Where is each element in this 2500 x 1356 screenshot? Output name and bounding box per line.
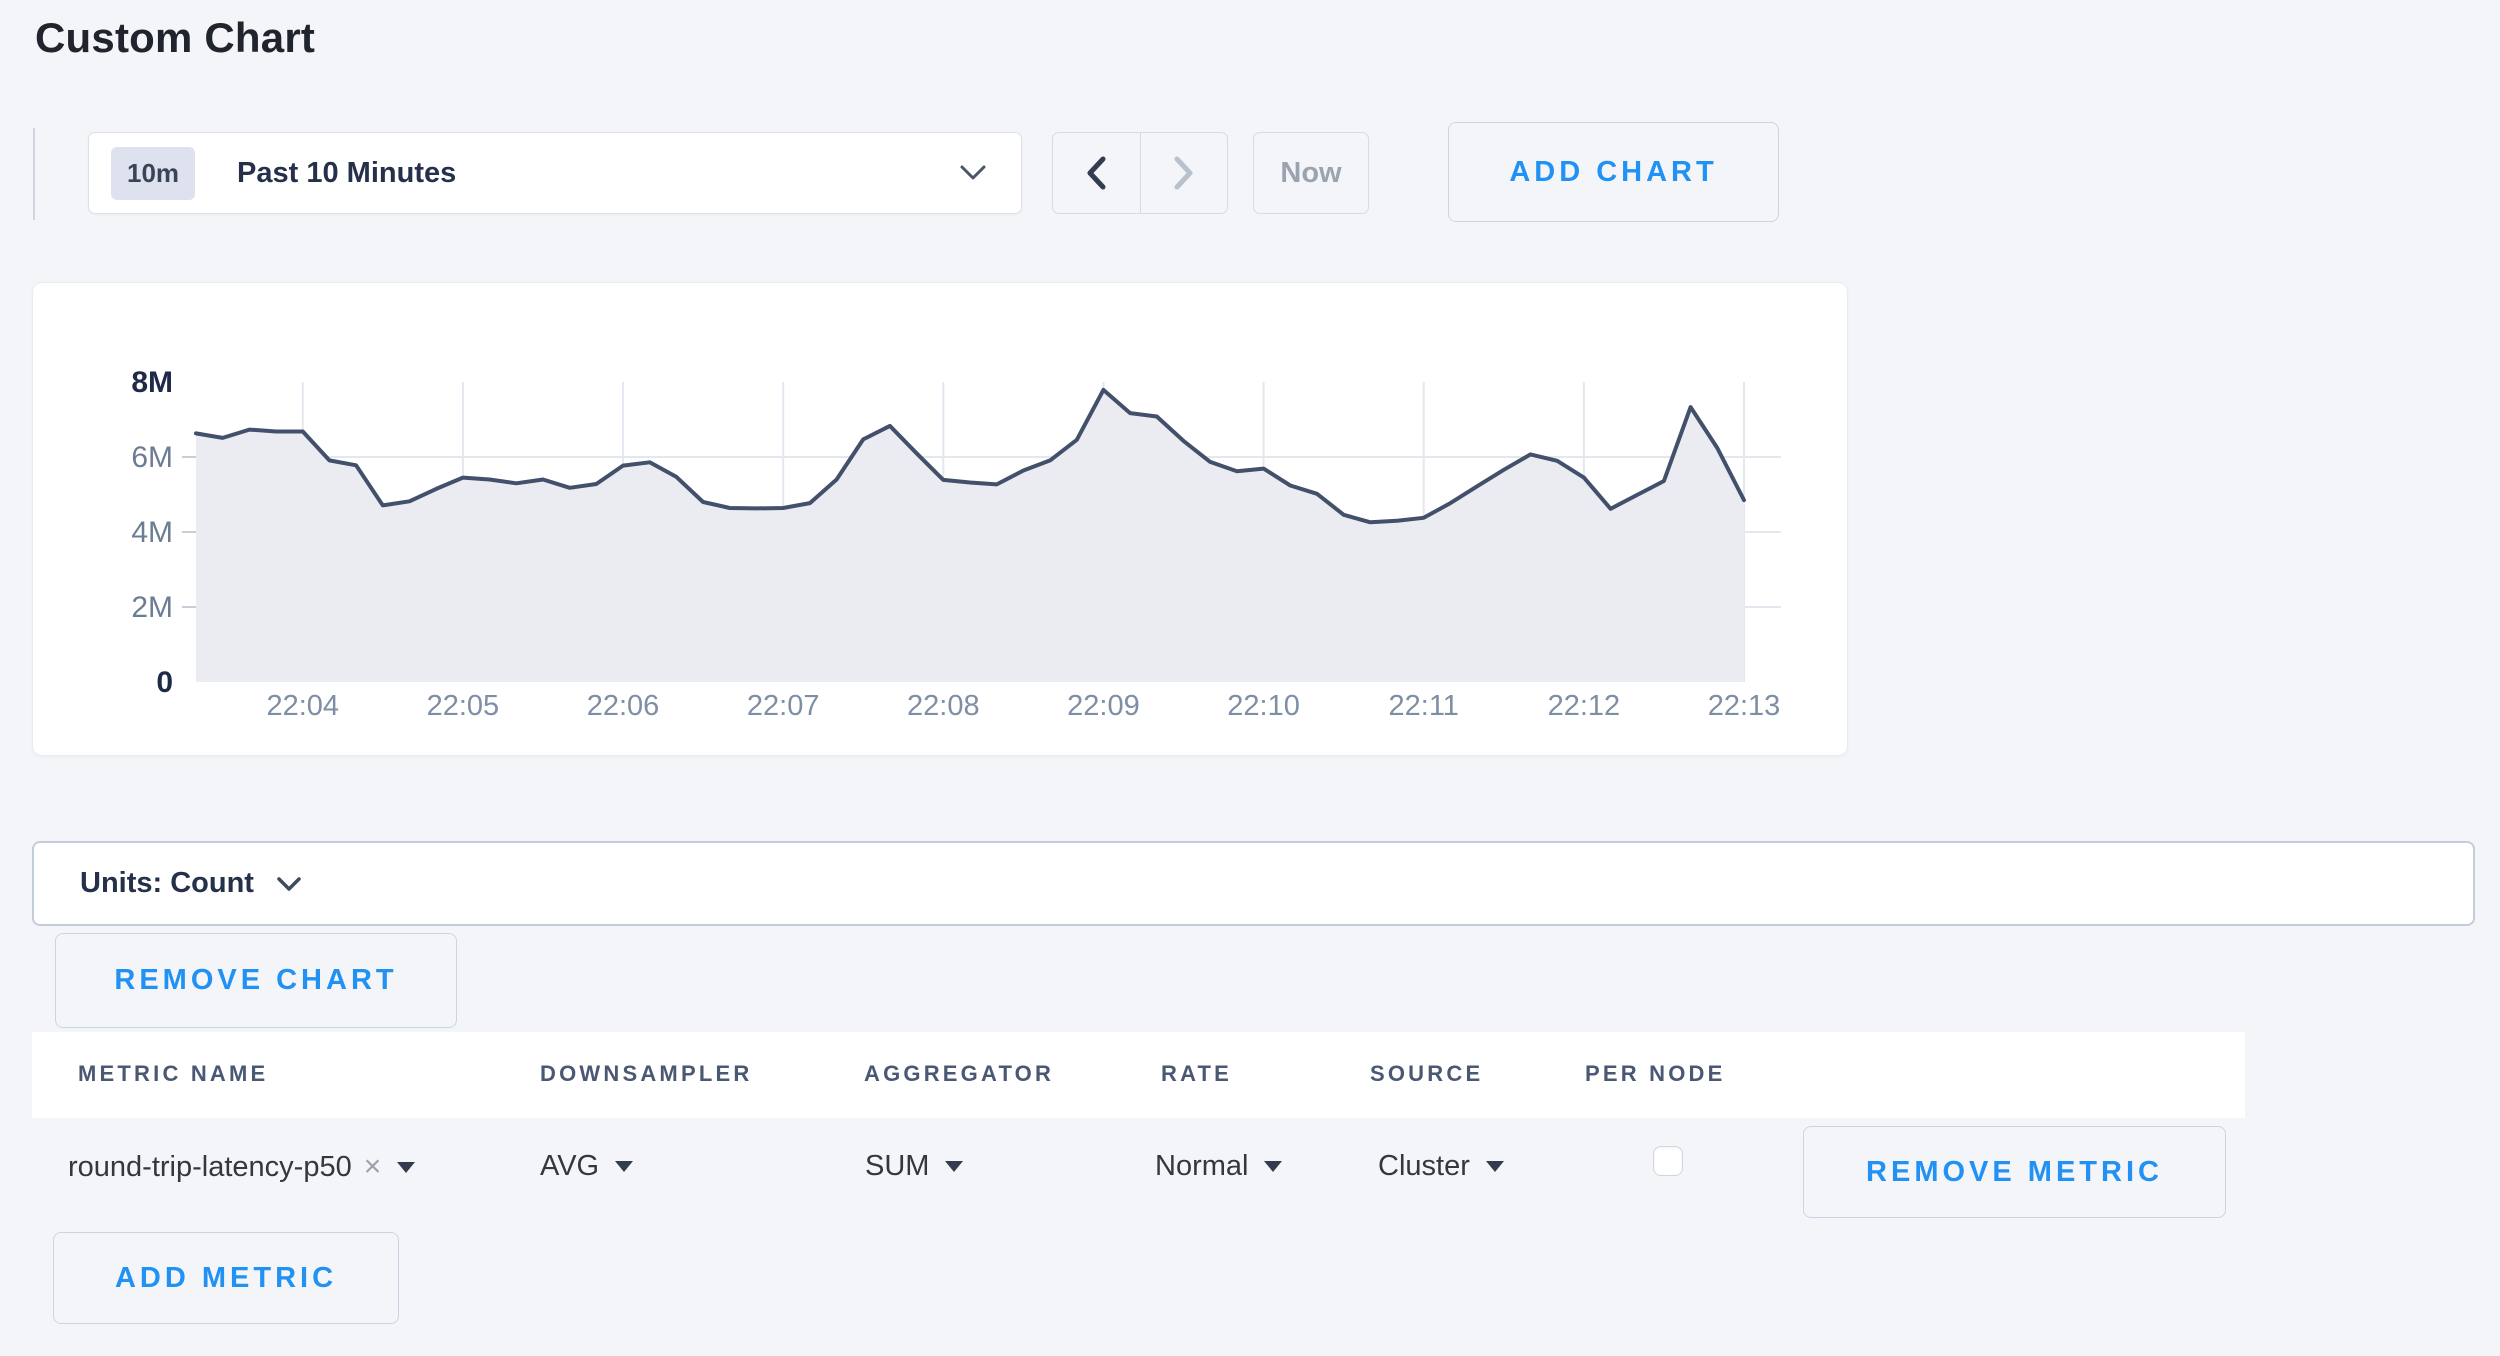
metric-chart-card: 22:04 22:05 22:06 22:07 22:08 22:09 22:10 22:11… — [32, 282, 1848, 756]
y-axis-label: 6M — [131, 441, 173, 474]
x-axis-label: 22:11 — [1389, 690, 1459, 722]
source-select[interactable]: Cluster — [1378, 1150, 1504, 1183]
column-header-per-node: PER NODE — [1585, 1061, 1726, 1087]
metric-name-value: round-trip-latency-p50 — [68, 1151, 352, 1184]
add-chart-button[interactable]: ADD CHART — [1448, 122, 1779, 222]
chevron-right-icon — [1173, 155, 1195, 191]
y-axis-label: 4M — [131, 516, 173, 549]
x-axis-label: 22:12 — [1548, 690, 1621, 722]
time-scale-badge: 10m — [111, 147, 195, 200]
page-title: Custom Chart — [35, 14, 315, 62]
x-axis-label: 22:05 — [427, 690, 500, 722]
prev-time-button[interactable] — [1053, 133, 1140, 213]
rate-select[interactable]: Normal — [1155, 1150, 1282, 1183]
caret-down-icon — [397, 1162, 415, 1173]
chevron-down-icon — [276, 876, 302, 892]
toolbar-accent-divider — [33, 128, 35, 220]
time-range-label: Past 10 Minutes — [237, 157, 456, 190]
y-axis-label: 2M — [131, 591, 173, 624]
downsampler-value: AVG — [540, 1150, 599, 1183]
caret-down-icon — [945, 1161, 963, 1172]
metrics-table-header: METRIC NAME DOWNSAMPLER AGGREGATOR RATE … — [32, 1032, 2245, 1118]
remove-metric-button[interactable]: REMOVE METRIC — [1803, 1126, 2226, 1218]
column-header-source: SOURCE — [1370, 1061, 1483, 1087]
metric-chart-svg: 22:04 22:05 22:06 22:07 22:08 22:09 22:10 22:11… — [33, 283, 1847, 755]
x-axis-label: 22:07 — [747, 690, 820, 722]
chevron-left-icon — [1085, 155, 1107, 191]
time-range-dropdown[interactable]: 10m Past 10 Minutes — [88, 132, 1022, 214]
column-header-metric-name: METRIC NAME — [78, 1061, 268, 1087]
source-value: Cluster — [1378, 1150, 1470, 1183]
now-button[interactable]: Now — [1253, 132, 1369, 214]
units-label: Units: Count — [80, 867, 254, 900]
column-header-downsampler: DOWNSAMPLER — [540, 1061, 752, 1087]
metric-name-select[interactable]: round-trip-latency-p50 × — [68, 1150, 415, 1184]
caret-down-icon — [1486, 1161, 1504, 1172]
next-time-button[interactable] — [1140, 133, 1228, 213]
remove-chart-button[interactable]: REMOVE CHART — [55, 933, 457, 1028]
caret-down-icon — [1264, 1161, 1282, 1172]
caret-down-icon — [615, 1161, 633, 1172]
downsampler-select[interactable]: AVG — [540, 1150, 633, 1183]
units-dropdown[interactable]: Units: Count — [32, 841, 2475, 926]
per-node-checkbox[interactable] — [1653, 1146, 1683, 1176]
rate-value: Normal — [1155, 1150, 1248, 1183]
x-axis-label: 22:08 — [907, 690, 980, 722]
series-area-fill — [196, 390, 1744, 682]
add-metric-button[interactable]: ADD METRIC — [53, 1232, 399, 1324]
chevron-down-icon — [959, 164, 987, 182]
x-axis-label: 22:10 — [1227, 690, 1300, 722]
x-axis-label: 22:06 — [587, 690, 660, 722]
y-axis-label: 8M — [131, 366, 173, 399]
aggregator-select[interactable]: SUM — [865, 1150, 963, 1183]
x-axis-label: 22:04 — [266, 690, 339, 722]
column-header-aggregator: AGGREGATOR — [864, 1061, 1054, 1087]
aggregator-value: SUM — [865, 1150, 929, 1183]
y-axis-label: 0 — [156, 666, 173, 699]
time-pager — [1052, 132, 1228, 214]
column-header-rate: RATE — [1161, 1061, 1232, 1087]
x-axis-label: 22:13 — [1708, 690, 1781, 722]
x-axis-label: 22:09 — [1067, 690, 1140, 722]
clear-metric-icon[interactable]: × — [364, 1150, 382, 1184]
